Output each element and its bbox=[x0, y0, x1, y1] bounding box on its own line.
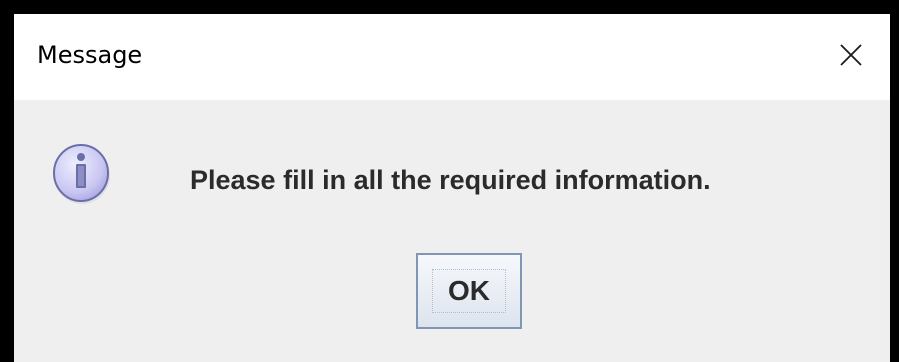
info-icon bbox=[53, 144, 110, 204]
dialog-titlebar: Message bbox=[14, 14, 890, 100]
ok-button-label: OK bbox=[432, 269, 506, 313]
message-dialog: Message Please fill in all the required … bbox=[14, 14, 890, 362]
close-icon[interactable] bbox=[832, 36, 870, 74]
dialog-title: Message bbox=[37, 41, 143, 69]
ok-button[interactable]: OK bbox=[416, 253, 522, 329]
message-text: Please fill in all the required informat… bbox=[190, 165, 711, 195]
